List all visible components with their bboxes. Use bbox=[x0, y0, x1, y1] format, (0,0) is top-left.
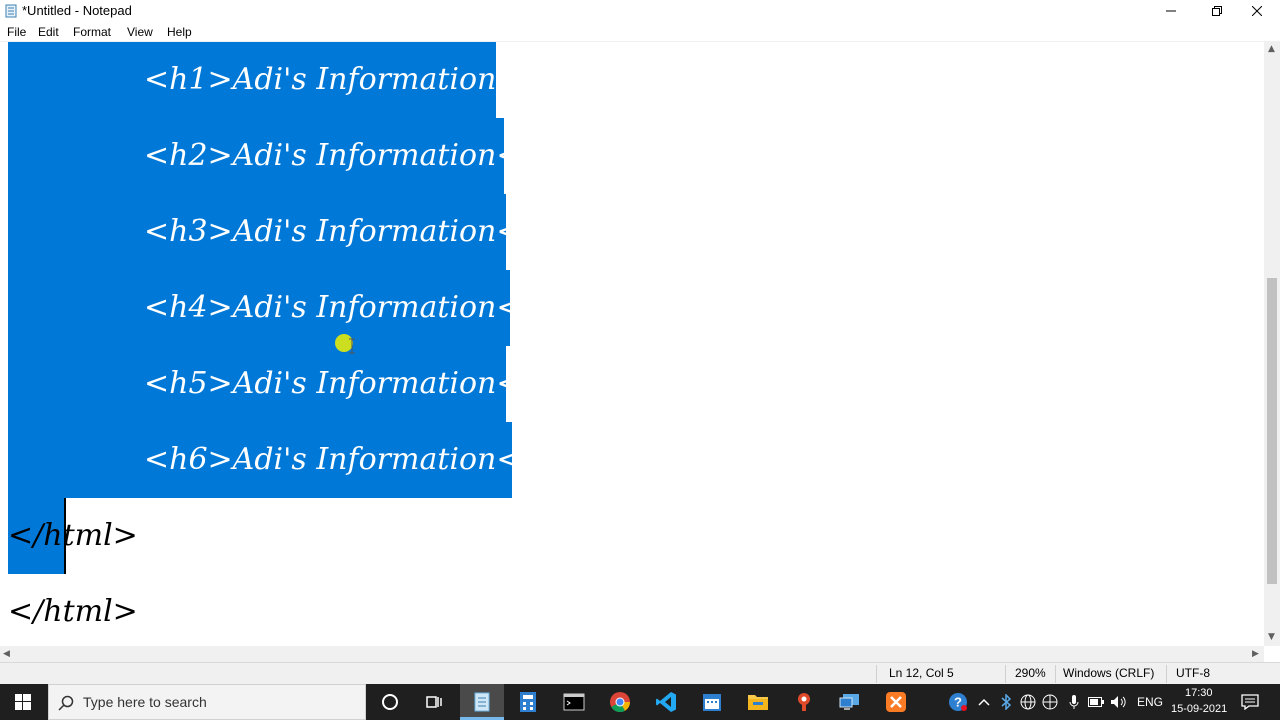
battery-icon[interactable] bbox=[1086, 690, 1106, 714]
clock-time[interactable]: 17:30 bbox=[1185, 687, 1213, 699]
encoding: UTF-8 bbox=[1176, 666, 1210, 680]
menu-format[interactable]: Format bbox=[73, 25, 111, 39]
window-title: *Untitled - Notepad bbox=[22, 3, 132, 18]
remote-desktop-icon[interactable] bbox=[838, 690, 862, 714]
globe-icon[interactable] bbox=[1040, 690, 1060, 714]
taskbar: Type here to search ? ENG 17:30 15-09-20… bbox=[0, 684, 1280, 720]
status-divider bbox=[1055, 665, 1056, 683]
text-editor[interactable]: <h1>Adi's Information</h1> <h2>Adi's Inf… bbox=[0, 42, 1264, 646]
xampp-icon[interactable] bbox=[884, 690, 908, 714]
start-button[interactable] bbox=[0, 684, 46, 720]
text-line: <h2>Adi's Information</h2> bbox=[144, 138, 596, 173]
search-icon bbox=[58, 695, 74, 711]
bluetooth-icon[interactable] bbox=[996, 690, 1016, 714]
close-button[interactable] bbox=[1234, 0, 1280, 22]
windows-logo-icon bbox=[15, 694, 31, 710]
status-divider bbox=[1166, 665, 1167, 683]
terminal-icon[interactable] bbox=[562, 690, 586, 714]
scroll-left-icon[interactable]: ◀ bbox=[3, 649, 10, 659]
minimize-button[interactable] bbox=[1148, 0, 1194, 22]
svg-text:?: ? bbox=[954, 695, 962, 710]
menu-help[interactable]: Help bbox=[167, 25, 192, 39]
menu-view[interactable]: View bbox=[127, 25, 153, 39]
volume-icon[interactable] bbox=[1108, 690, 1130, 714]
notepad-icon bbox=[5, 4, 17, 18]
horizontal-scrollbar[interactable]: ◀ ▶ bbox=[0, 646, 1264, 662]
text-line: <h3>Adi's Information</h3> bbox=[144, 214, 596, 249]
microphone-icon[interactable] bbox=[1064, 690, 1084, 714]
text-caret bbox=[64, 498, 66, 574]
status-bar: Ln 12, Col 5 290% Windows (CRLF) UTF-8 bbox=[0, 662, 1280, 684]
ibeam-cursor-icon bbox=[349, 338, 355, 354]
taskbar-search[interactable]: Type here to search bbox=[48, 684, 366, 720]
restore-icon bbox=[1212, 6, 1222, 16]
text-line: </html> bbox=[8, 594, 138, 629]
app-icon[interactable] bbox=[792, 690, 816, 714]
menu-edit[interactable]: Edit bbox=[38, 25, 59, 39]
text-line: </html> bbox=[8, 518, 138, 553]
zoom-level: 290% bbox=[1015, 666, 1046, 680]
text-line: <h4>Adi's Information</h4> bbox=[144, 290, 596, 325]
language-indicator[interactable]: ENG bbox=[1137, 695, 1163, 709]
title-bar: *Untitled - Notepad bbox=[0, 0, 1280, 22]
notepad-taskbar-icon[interactable] bbox=[470, 690, 494, 714]
cursor-position: Ln 12, Col 5 bbox=[889, 666, 954, 680]
status-divider bbox=[1005, 665, 1006, 683]
network-icon[interactable] bbox=[1018, 690, 1038, 714]
scroll-up-icon[interactable]: ▲ bbox=[1268, 44, 1275, 54]
calendar-icon[interactable] bbox=[700, 690, 724, 714]
minimize-icon bbox=[1166, 10, 1176, 12]
menu-file[interactable]: File bbox=[7, 25, 26, 39]
close-icon bbox=[1252, 6, 1262, 16]
status-divider bbox=[876, 665, 877, 683]
chrome-icon[interactable] bbox=[608, 690, 632, 714]
chevron-up-icon[interactable] bbox=[974, 690, 994, 714]
vscode-icon[interactable] bbox=[654, 690, 678, 714]
help-icon[interactable]: ? bbox=[946, 690, 970, 714]
text-line: <h1>Adi's Information</h1> bbox=[144, 62, 596, 97]
task-view-icon[interactable] bbox=[422, 690, 446, 714]
scroll-thumb[interactable] bbox=[1267, 278, 1277, 584]
vertical-scrollbar[interactable]: ▲ ▼ bbox=[1264, 42, 1280, 646]
clock-date[interactable]: 15-09-2021 bbox=[1171, 703, 1227, 715]
search-placeholder: Type here to search bbox=[83, 694, 207, 710]
line-ending: Windows (CRLF) bbox=[1063, 666, 1155, 680]
cortana-icon[interactable] bbox=[378, 690, 402, 714]
scroll-right-icon[interactable]: ▶ bbox=[1252, 649, 1259, 659]
calculator-icon[interactable] bbox=[516, 690, 540, 714]
text-line: <h5>Adi's Information</h5> bbox=[144, 366, 596, 401]
notification-icon[interactable] bbox=[1238, 690, 1262, 714]
menu-bar: File Edit Format View Help bbox=[0, 22, 1280, 42]
file-explorer-icon[interactable] bbox=[746, 690, 770, 714]
scroll-down-icon[interactable]: ▼ bbox=[1268, 632, 1275, 642]
text-line: <h6>Adi's Information</h6> bbox=[144, 442, 596, 477]
